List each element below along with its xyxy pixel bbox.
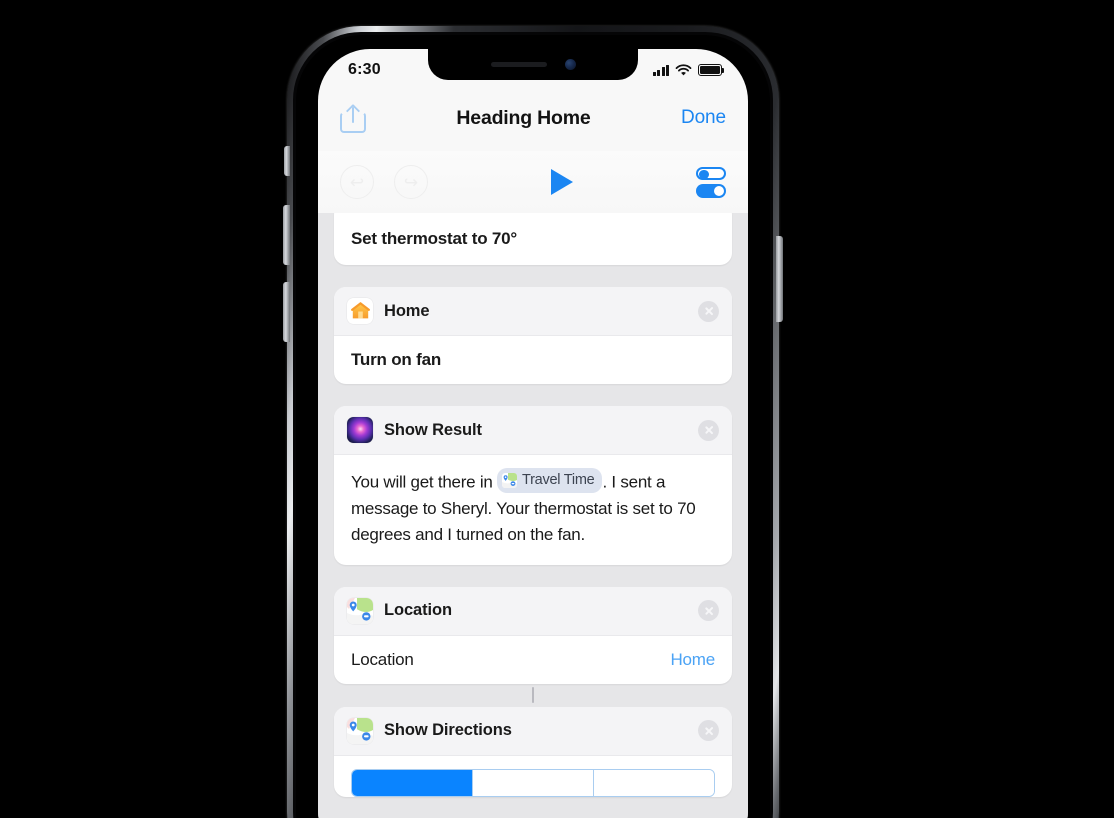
directions-mode-segmented-control[interactable] (351, 769, 715, 797)
notch (428, 49, 638, 80)
close-icon[interactable] (698, 600, 719, 621)
close-icon[interactable] (698, 720, 719, 741)
front-camera-icon (565, 59, 576, 70)
page-title: Heading Home (456, 107, 590, 130)
battery-icon (698, 64, 722, 76)
location-row[interactable]: Location Home (334, 636, 732, 684)
home-card-body: Turn on fan (334, 336, 732, 384)
earpiece-speaker-icon (491, 62, 547, 67)
play-icon[interactable] (551, 169, 573, 195)
segment-2[interactable] (594, 770, 714, 796)
home-card[interactable]: Home Turn on fan (334, 287, 732, 384)
done-button[interactable]: Done (681, 107, 726, 129)
thermostat-action-text: Set thermostat to 70° (351, 229, 715, 249)
share-icon[interactable] (340, 103, 366, 133)
mute-switch[interactable] (284, 146, 290, 176)
wifi-icon (675, 64, 692, 77)
navigation-bar: Heading Home Done (318, 85, 748, 151)
editor-toolbar: ↩ ↪ (318, 151, 748, 213)
result-text: You will get there in Travel Time (351, 468, 715, 549)
status-indicators (653, 64, 723, 77)
close-icon[interactable] (698, 301, 719, 322)
travel-time-token-label: Travel Time (522, 469, 594, 491)
location-card-header: Location (334, 587, 732, 636)
close-icon[interactable] (698, 420, 719, 441)
segment-1[interactable] (473, 770, 594, 796)
screenshot-stage: 6:30 Heading Home Done ↩ ↪ (0, 0, 1114, 818)
show-result-card-body: You will get there in Travel Time (334, 455, 732, 565)
cellular-signal-icon (653, 65, 670, 76)
siri-app-icon (347, 417, 373, 443)
show-directions-card-title: Show Directions (384, 721, 687, 740)
toggles-settings-icon[interactable] (696, 167, 726, 198)
shortcut-actions-list[interactable]: Set thermostat to 70° (318, 213, 748, 818)
location-row-value[interactable]: Home (670, 650, 715, 670)
show-directions-card-header: Show Directions (334, 707, 732, 756)
home-app-icon (347, 298, 373, 324)
thermostat-card-body: Set thermostat to 70° (334, 213, 732, 265)
location-row-key: Location (351, 650, 414, 670)
show-result-card-header: Show Result (334, 406, 732, 455)
maps-token-icon (502, 473, 517, 488)
undo-icon[interactable]: ↩ (340, 165, 374, 199)
location-card-title: Location (384, 601, 687, 620)
travel-time-token[interactable]: Travel Time (497, 468, 602, 493)
maps-app-icon (347, 598, 373, 624)
thermostat-card[interactable]: Set thermostat to 70° (334, 213, 732, 265)
show-result-card[interactable]: Show Result You will get there in (334, 406, 732, 565)
show-result-card-title: Show Result (384, 421, 687, 440)
status-time: 6:30 (348, 61, 381, 79)
home-card-header: Home (334, 287, 732, 336)
location-card[interactable]: Location Location Home (334, 587, 732, 684)
phone-screen: 6:30 Heading Home Done ↩ ↪ (318, 49, 748, 818)
home-action-text: Turn on fan (351, 350, 715, 370)
home-card-title: Home (384, 302, 687, 321)
volume-down-button[interactable] (283, 282, 290, 342)
power-button[interactable] (776, 236, 783, 322)
result-text-before: You will get there in (351, 473, 497, 492)
maps-app-icon (347, 718, 373, 744)
volume-up-button[interactable] (283, 205, 290, 265)
show-directions-card[interactable]: Show Directions (334, 707, 732, 797)
redo-icon[interactable]: ↪ (394, 165, 428, 199)
undo-redo-group: ↩ ↪ (340, 165, 428, 199)
drag-handle[interactable] (532, 687, 534, 703)
segment-0[interactable] (352, 770, 473, 796)
